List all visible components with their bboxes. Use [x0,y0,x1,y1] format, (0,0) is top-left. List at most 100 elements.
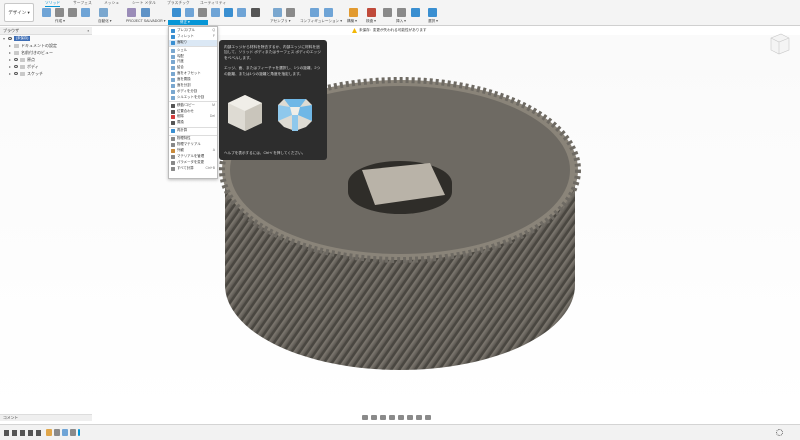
menu-item-shortcut: Ctrl+B [205,165,215,170]
timeline-settings-icon[interactable] [776,429,783,436]
tree-item-bodies[interactable]: ▸ ボディ [0,63,92,70]
tab-surface[interactable]: サーフェス [73,1,92,6]
press-pull-tool-icon[interactable] [172,8,181,17]
menu-item-compute-all[interactable]: すべて計算 Ctrl+B [169,166,217,172]
automate-icon[interactable] [99,8,108,17]
tree-item-label: 原点 [27,57,35,62]
play-icon[interactable] [20,430,25,436]
grid-settings-icon[interactable] [416,415,422,420]
inspect-menu[interactable]: 検査 ▾ [366,19,376,24]
tab-utilities[interactable]: ユーティリティ [200,1,226,6]
visibility-icon[interactable] [14,72,18,75]
display-settings-icon[interactable] [407,415,413,420]
fit-icon[interactable] [398,415,404,420]
tab-plastic[interactable]: プラスチック [167,1,190,6]
folder-icon [20,57,25,62]
tooltip-help-hint: ヘルプを表示するには、Ctrl+/ を押してください。 [224,151,306,155]
expand-icon[interactable]: ▸ [8,42,12,49]
tooltip-description: 内部エッジから材料を除去するか、内部エッジに材料を追加して、ソリッド ボディまた… [224,45,321,60]
new-sketch-icon[interactable] [42,8,51,17]
fillet-tool-icon[interactable] [185,8,194,17]
tab-mesh[interactable]: メッシュ [104,1,119,6]
configure-menu[interactable]: コンフィギュレーション ▾ [300,19,342,24]
measure-icon[interactable] [367,8,376,17]
revolve-icon[interactable] [68,8,77,17]
hole-icon[interactable] [81,8,90,17]
move-tool-icon[interactable] [251,8,260,17]
salvador-tool-icon[interactable] [141,8,150,17]
menu-item-silhouette-split[interactable]: シルエットを分割 [169,95,217,101]
offset-tool-icon[interactable] [237,8,246,17]
salvador-icon[interactable] [127,8,136,17]
offset-plane-icon[interactable] [349,8,358,17]
insert-menu[interactable]: 挿入 ▾ [396,19,406,24]
assemble-menu[interactable]: アセンブリ ▾ [270,19,291,24]
insert-derive-icon[interactable] [383,8,392,17]
expand-icon[interactable]: ▸ [8,70,12,77]
modify-menu[interactable]: 修正 ▾ [168,20,208,25]
go-to-start-icon[interactable] [4,430,9,436]
warning-icon [352,28,357,33]
joint-icon[interactable] [273,8,282,17]
tree-item-label: ボディ [27,64,39,69]
menu-item-recompute[interactable]: 再計算 [169,128,217,134]
combine-tool-icon[interactable] [211,8,220,17]
automate-menu[interactable]: 自動化 ▾ [98,19,112,24]
tree-item-named-views[interactable]: ▸ 名前付きのビュー [0,49,92,56]
select-icon[interactable] [428,8,437,17]
menu-item-replace[interactable]: 置換 [169,120,217,126]
shell-tool-icon[interactable] [198,8,207,17]
expand-icon[interactable]: ▾ [2,35,6,42]
timeline-pattern-icon[interactable] [70,429,76,436]
zoom-icon[interactable] [389,415,395,420]
select-menu[interactable]: 選択 ▾ [428,19,438,24]
comments-panel[interactable]: コメント [0,414,92,421]
folder-icon [20,64,25,69]
menu-item-chamfer[interactable]: 面取り [169,39,217,46]
tree-item-sketches[interactable]: ▸ スケッチ [0,70,92,77]
split-body-icon [171,89,175,94]
modify-dropdown: プレス/プル Q フィレット F 面取り シェル 勾配 尺度 結合 面をオフセット 面を置換 面を分割… [168,26,218,179]
browser-panel: ブラウザ ▪ ▾ (未保存) ▸ ドキュメントの設定 ▸ 名前付きのビュー ▸ … [0,27,92,83]
look-at-icon[interactable] [371,415,377,420]
timeline-hole-icon[interactable] [62,429,68,436]
visibility-icon[interactable] [14,65,18,68]
timeline-extrude-icon[interactable] [54,429,60,436]
timeline-marker[interactable] [78,429,80,436]
create-menu[interactable]: 作成 ▾ [55,19,65,24]
expand-icon[interactable]: ▸ [8,49,12,56]
step-back-icon[interactable] [12,430,17,436]
construct-menu[interactable]: 構築 ▾ [347,19,357,24]
timeline-sketch-icon[interactable] [46,429,52,436]
go-to-end-icon[interactable] [36,430,41,436]
extrude-icon[interactable] [55,8,64,17]
split-face-icon [171,83,175,88]
insert-mesh-icon[interactable] [397,8,406,17]
insert-canvas-icon[interactable] [411,8,420,17]
project-salvador-menu[interactable]: PROJECT SALVADOR ▾ [126,19,166,23]
viewports-icon[interactable] [425,415,431,420]
orbit-icon[interactable] [362,415,368,420]
tab-sheet-metal[interactable]: シート メタル [132,1,156,6]
replace-face-icon [171,78,175,83]
expand-icon[interactable]: ▸ [8,63,12,70]
workspace-switcher[interactable]: デザイン ▾ [4,3,34,22]
visibility-icon[interactable] [14,58,18,61]
visibility-icon[interactable] [8,37,12,40]
collapse-icon[interactable]: ▪ [88,27,89,34]
step-forward-icon[interactable] [28,430,33,436]
browser-title: ブラウザ [3,28,19,33]
as-built-joint-icon[interactable] [286,8,295,17]
configure-icon[interactable] [310,8,319,17]
browser-header[interactable]: ブラウザ ▪ [0,27,92,35]
configure-table-icon[interactable] [324,8,333,17]
tree-item-origin[interactable]: ▸ 原点 [0,56,92,63]
tree-item-document-settings[interactable]: ▸ ドキュメントの設定 [0,42,92,49]
expand-icon[interactable]: ▸ [8,56,12,63]
tab-solid[interactable]: ソリッド [45,1,61,7]
press-pull-icon [171,28,175,33]
scale-tool-icon[interactable] [224,8,233,17]
pan-icon[interactable] [380,415,386,420]
view-cube[interactable] [765,30,793,58]
tree-root[interactable]: ▾ (未保存) [0,35,92,42]
